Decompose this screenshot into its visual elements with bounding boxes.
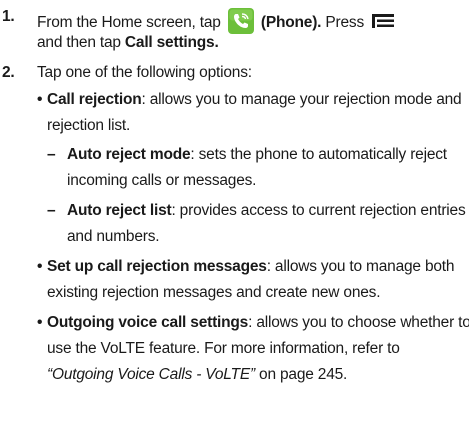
auto-reject-list-desc: : provides access to current rejection e… xyxy=(171,202,466,219)
setup-messages-desc: : allows you to manage both xyxy=(266,258,455,275)
setup-messages-label: Set up call rejection messages xyxy=(47,258,267,275)
setup-messages-line-2: existing rejection messages and create n… xyxy=(47,284,381,301)
step-1-line2-prefix: and then tap xyxy=(37,34,121,51)
auto-reject-list-line-1: Auto reject list: provides access to cur… xyxy=(67,202,466,220)
call-rejection-line-1: Call rejection: allows you to manage you… xyxy=(47,91,462,109)
phone-label: (Phone). xyxy=(260,14,322,31)
outgoing-voice-line-2: use the VoLTE feature. For more informat… xyxy=(47,340,400,357)
auto-reject-mode-desc: : sets the phone to automatically reject xyxy=(190,146,447,163)
auto-reject-mode-line-2: incoming calls or messages. xyxy=(67,172,257,189)
auto-reject-mode-line-1: Auto reject mode: sets the phone to auto… xyxy=(67,146,447,164)
dash: – xyxy=(47,202,56,219)
press-text: Press xyxy=(325,14,365,31)
call-rejection-line-2: rejection list. xyxy=(47,117,131,134)
step-1-text: From the Home screen, tap xyxy=(37,14,221,31)
dash: – xyxy=(47,146,56,163)
menu-icon xyxy=(372,14,395,28)
step-2-intro: Tap one of the following options: xyxy=(37,64,252,81)
call-settings-label: Call settings. xyxy=(124,34,219,51)
call-rejection-desc: : allows you to manage your rejection mo… xyxy=(141,91,462,108)
call-rejection-label: Call rejection xyxy=(47,91,142,108)
outgoing-voice-line-3: “Outgoing Voice Calls - VoLTE” on page 2… xyxy=(47,366,347,384)
phone-icon xyxy=(227,8,254,34)
auto-reject-list-label: Auto reject list xyxy=(67,202,172,219)
auto-reject-list-line-2: and numbers. xyxy=(67,228,160,245)
step-number: 2. xyxy=(2,64,15,81)
outgoing-voice-label: Outgoing voice call settings xyxy=(47,314,249,331)
outgoing-voice-line-1: Outgoing voice call settings: allows you… xyxy=(47,314,469,332)
setup-messages-line-1: Set up call rejection messages: allows y… xyxy=(47,258,455,276)
step-1-line-2: and then tap Call settings. xyxy=(37,34,219,52)
auto-reject-mode-label: Auto reject mode xyxy=(67,146,191,163)
volte-reference-link[interactable]: “Outgoing Voice Calls - VoLTE” xyxy=(47,366,255,383)
page-reference: on page 245. xyxy=(254,366,348,383)
bullet: • xyxy=(37,258,43,275)
bullet: • xyxy=(37,314,43,331)
bullet: • xyxy=(37,91,43,108)
step-number: 1. xyxy=(2,8,15,25)
step-1-line-1: From the Home screen, tap (Phone). Press xyxy=(37,8,395,34)
outgoing-voice-desc: : allows you to choose whether to xyxy=(248,314,469,331)
